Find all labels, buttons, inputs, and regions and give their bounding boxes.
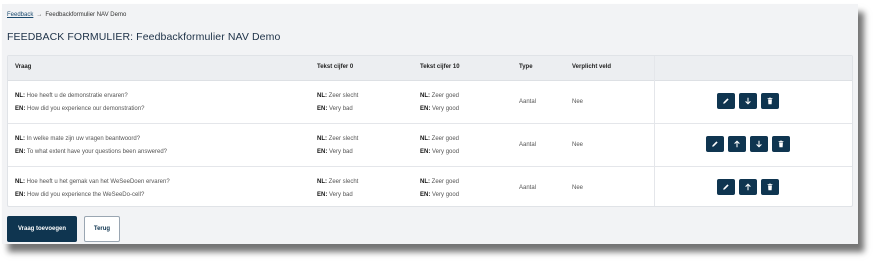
question-en: EN: To what extent have your questions b… bbox=[15, 149, 167, 155]
type-value: Aantal bbox=[519, 142, 537, 148]
question-nl: NL: Hoe heeft u het gemak van het WeSeeD… bbox=[15, 179, 170, 185]
main-panel: Feedback → Feedbackformulier NAV Demo FEED… bbox=[2, 4, 858, 244]
edit-button[interactable] bbox=[717, 179, 735, 195]
breadcrumb-separator: → bbox=[36, 12, 43, 18]
text0-nl: NL: Zeer slecht bbox=[317, 179, 359, 185]
arrow-down-icon bbox=[745, 97, 751, 105]
trash-icon bbox=[767, 183, 773, 191]
table-header: Vraag Tekst cijfer 0 Tekst cijfer 10 Typ… bbox=[8, 56, 852, 81]
header-question: Vraag bbox=[15, 64, 32, 70]
questions-table: Vraag Tekst cijfer 0 Tekst cijfer 10 Typ… bbox=[7, 55, 853, 207]
type-value: Aantal bbox=[519, 185, 537, 191]
text10-nl: NL: Zeer goed bbox=[420, 179, 460, 185]
question-en: EN: How did you experience the WeSeeDo-c… bbox=[15, 192, 145, 198]
move-down-button[interactable] bbox=[739, 93, 757, 109]
text10-en: EN: Very good bbox=[420, 106, 460, 112]
table-row: NL: In welke mate zijn uw vragen beantwo… bbox=[8, 124, 852, 167]
text10-nl: NL: Zeer goed bbox=[420, 136, 460, 142]
breadcrumb-feedback-link[interactable]: Feedback bbox=[7, 12, 33, 18]
question-nl: NL: Hoe heeft u de demonstratie ervaren? bbox=[15, 93, 128, 99]
required-value: Nee bbox=[572, 185, 584, 191]
text10-en: EN: Very good bbox=[420, 149, 460, 155]
text10-en: EN: Very good bbox=[420, 192, 460, 198]
table-row: NL: Hoe heeft u de demonstratie ervaren?… bbox=[8, 81, 852, 124]
text0-nl: NL: Zeer slecht bbox=[317, 93, 359, 99]
pencil-icon bbox=[712, 141, 718, 147]
header-type: Type bbox=[519, 64, 533, 70]
breadcrumb-current: Feedbackformulier NAV Demo bbox=[45, 12, 127, 18]
question-en: EN: How did you experience our demonstra… bbox=[15, 106, 145, 112]
text0-en: EN: Very bad bbox=[317, 149, 353, 155]
text0-nl: NL: Zeer slecht bbox=[317, 136, 359, 142]
question-nl: NL: In welke mate zijn uw vragen beantwo… bbox=[15, 136, 141, 142]
arrow-up-icon bbox=[745, 183, 751, 191]
move-up-button[interactable] bbox=[739, 179, 757, 195]
edit-button[interactable] bbox=[706, 136, 724, 152]
move-up-button[interactable] bbox=[728, 136, 746, 152]
delete-button[interactable] bbox=[761, 179, 779, 195]
edit-button[interactable] bbox=[717, 93, 735, 109]
pencil-icon bbox=[723, 184, 729, 190]
table-row: NL: Hoe heeft u het gemak van het WeSeeD… bbox=[8, 167, 852, 209]
header-required: Verplicht veld bbox=[572, 64, 612, 70]
breadcrumb: Feedback → Feedbackformulier NAV Demo bbox=[7, 12, 126, 18]
text10-nl: NL: Zeer goed bbox=[420, 93, 460, 99]
move-down-button[interactable] bbox=[750, 136, 768, 152]
trash-icon bbox=[778, 140, 784, 148]
page-title: FEEDBACK FORMULIER: Feedbackformulier NA… bbox=[7, 31, 281, 43]
required-value: Nee bbox=[572, 99, 584, 105]
header-text-0: Tekst cijfer 0 bbox=[317, 64, 354, 70]
text0-en: EN: Very bad bbox=[317, 192, 353, 198]
required-value: Nee bbox=[572, 142, 584, 148]
arrow-up-icon bbox=[734, 140, 740, 148]
back-button[interactable]: Terug bbox=[84, 216, 120, 242]
trash-icon bbox=[767, 97, 773, 105]
delete-button[interactable] bbox=[772, 136, 790, 152]
delete-button[interactable] bbox=[761, 93, 779, 109]
type-value: Aantal bbox=[519, 99, 537, 105]
header-text-10: Tekst cijfer 10 bbox=[420, 64, 460, 70]
arrow-down-icon bbox=[756, 140, 762, 148]
add-question-button[interactable]: Vraag toevoegen bbox=[7, 216, 77, 242]
text0-en: EN: Very bad bbox=[317, 106, 353, 112]
pencil-icon bbox=[723, 98, 729, 104]
